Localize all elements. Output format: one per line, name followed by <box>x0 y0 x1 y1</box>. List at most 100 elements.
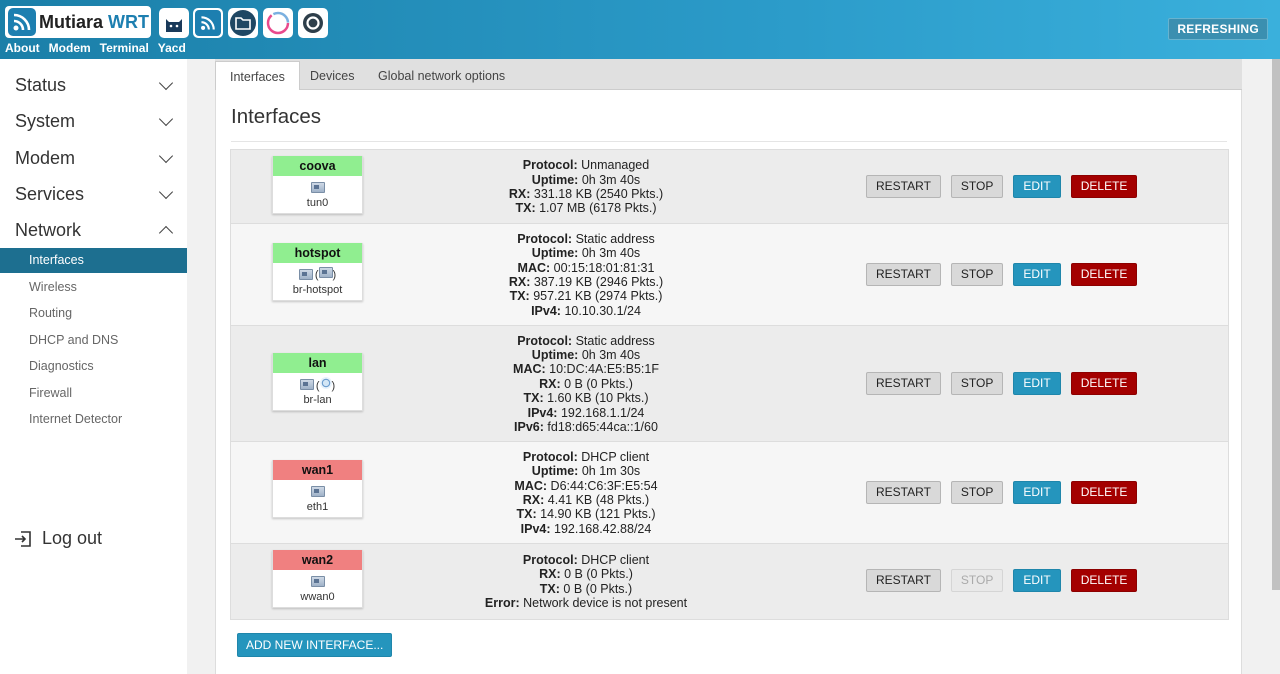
edit-button[interactable]: EDIT <box>1013 371 1061 395</box>
nav-terminal[interactable]: Terminal <box>100 41 149 55</box>
delete-button[interactable]: DELETE <box>1070 569 1138 592</box>
interface-badge[interactable]: hotspot () br-hotspot <box>272 243 363 301</box>
interface-device: tun0 <box>306 197 329 209</box>
restart-button[interactable]: RESTART <box>866 480 941 504</box>
interface-status-info: Protocol: DHCP client RX: 0 B (0 Pkts.) TX… <box>416 553 756 611</box>
chevron-up-icon <box>158 225 174 241</box>
stop-button[interactable]: STOP <box>950 174 1004 198</box>
restart-button[interactable]: RESTART <box>866 262 941 286</box>
page-scrollbar[interactable] <box>1272 59 1280 590</box>
brand-logo[interactable]: Mutiara WRT <box>5 6 151 38</box>
status-line: IPv4: 192.168.42.88/24 <box>416 522 756 536</box>
status-value: Static address <box>575 231 655 246</box>
interface-actions: RESTART STOP EDIT DELETE <box>866 371 1147 395</box>
status-key: RX: <box>522 493 545 508</box>
interface-badge[interactable]: wan2 wwan0 <box>272 550 363 608</box>
sidebar-item-dhcp-dns[interactable]: DHCP and DNS <box>0 328 187 353</box>
status-line: RX: 4.41 KB (48 Pkts.) <box>416 493 756 507</box>
table-row: lan () br-lan Protocol: Static address Uptim… <box>231 326 1228 442</box>
tab-devices[interactable]: Devices <box>296 61 368 91</box>
restart-button[interactable]: RESTART <box>866 174 941 198</box>
sidebar-item-wireless[interactable]: Wireless <box>0 275 187 300</box>
menu-system[interactable]: System <box>15 111 175 132</box>
status-key: MAC: <box>514 478 548 493</box>
delete-button[interactable]: DELETE <box>1070 480 1138 504</box>
tab-global-network-options[interactable]: Global network options <box>364 61 519 91</box>
status-key: RX: <box>508 275 531 290</box>
menu-services[interactable]: Services <box>15 184 175 205</box>
status-value: D6:44:C6:3F:E5:54 <box>550 478 658 493</box>
sidebar-item-firewall[interactable]: Firewall <box>0 381 187 406</box>
status-value: 0 B (0 Pkts.) <box>564 567 633 582</box>
interface-device: br-hotspot <box>292 284 343 296</box>
menu-modem[interactable]: Modem <box>15 148 175 169</box>
stop-button[interactable]: STOP <box>950 371 1004 395</box>
nav-about[interactable]: About <box>5 41 40 55</box>
settings-icon[interactable] <box>298 8 328 38</box>
status-key: IPv4: <box>531 303 561 318</box>
status-key: Uptime: <box>531 348 579 362</box>
divider <box>231 141 1227 142</box>
logout-label: Log out <box>42 528 103 548</box>
interface-icons <box>273 178 362 196</box>
interface-device: br-lan <box>303 394 332 406</box>
status-key: TX: <box>523 391 544 406</box>
cat-icon[interactable] <box>159 8 189 38</box>
sidebar-item-internet-detector[interactable]: Internet Detector <box>0 407 187 432</box>
delete-button[interactable]: DELETE <box>1070 174 1138 198</box>
chevron-down-icon <box>158 148 174 164</box>
menu-network[interactable]: Network <box>15 220 175 241</box>
interface-badge[interactable]: coova tun0 <box>272 156 363 214</box>
status-value: DHCP client <box>581 552 650 567</box>
edit-button[interactable]: EDIT <box>1013 174 1061 198</box>
edit-button[interactable]: EDIT <box>1013 262 1061 286</box>
status-key: Protocol: <box>522 158 578 173</box>
status-value: 0 B (0 Pkts.) <box>564 376 633 391</box>
wifi-feed-icon[interactable] <box>193 8 223 38</box>
status-line: IPv6: fd18:d65:44ca::1/60 <box>416 420 756 434</box>
interface-name: hotspot <box>273 243 362 263</box>
interface-status-info: Protocol: Static address Uptime: 0h 3m 40… <box>416 334 756 435</box>
status-line: TX: 14.90 KB (121 Pkts.) <box>416 507 756 521</box>
header-nav: About Modem Terminal Yacd <box>5 41 186 55</box>
status-line: Uptime: 0h 3m 40s <box>416 348 756 362</box>
status-key: Protocol: <box>522 449 578 464</box>
sidebar-item-interfaces[interactable]: Interfaces <box>0 248 187 273</box>
menu-label: Status <box>15 75 67 95</box>
refreshing-indicator[interactable]: REFRESHING <box>1168 18 1268 40</box>
interface-actions: RESTART STOP EDIT DELETE <box>866 174 1147 198</box>
chevron-down-icon <box>158 111 174 127</box>
interface-name: wan1 <box>273 460 362 480</box>
sidebar-item-diagnostics[interactable]: Diagnostics <box>0 354 187 379</box>
nav-modem[interactable]: Modem <box>49 41 91 55</box>
interface-badge[interactable]: wan1 eth1 <box>272 460 363 518</box>
stop-button[interactable]: STOP <box>950 569 1004 592</box>
delete-button[interactable]: DELETE <box>1070 262 1138 286</box>
stop-button[interactable]: STOP <box>950 480 1004 504</box>
ethernet-device-icon: () <box>314 267 337 281</box>
stop-button[interactable]: STOP <box>950 262 1004 286</box>
speedtest-icon[interactable] <box>263 8 293 38</box>
logout-icon <box>15 530 31 547</box>
interface-badge[interactable]: lan () br-lan <box>272 353 363 411</box>
add-new-interface-button[interactable]: ADD NEW INTERFACE... <box>237 633 393 657</box>
delete-button[interactable]: DELETE <box>1070 371 1138 395</box>
status-key: Protocol: <box>522 552 578 567</box>
tab-interfaces[interactable]: Interfaces <box>215 61 300 91</box>
status-value: 387.19 KB (2946 Pkts.) <box>533 275 664 290</box>
menu-status[interactable]: Status <box>15 75 175 96</box>
edit-button[interactable]: EDIT <box>1013 569 1061 592</box>
restart-button[interactable]: RESTART <box>866 371 941 395</box>
sidebar-item-routing[interactable]: Routing <box>0 301 187 326</box>
top-header: Mutiara WRT About Modem Terminal Yacd RE… <box>0 0 1280 59</box>
status-value: DHCP client <box>581 449 650 464</box>
menu-label: Network <box>15 220 82 240</box>
restart-button[interactable]: RESTART <box>866 569 941 592</box>
status-line: Protocol: Unmanaged <box>416 158 756 172</box>
status-line: TX: 0 B (0 Pkts.) <box>416 582 756 596</box>
status-key: TX: <box>509 289 530 304</box>
folder-icon[interactable] <box>228 8 258 38</box>
edit-button[interactable]: EDIT <box>1013 480 1061 504</box>
logout-button[interactable]: Log out <box>14 528 102 549</box>
nav-yacd[interactable]: Yacd <box>158 41 186 55</box>
